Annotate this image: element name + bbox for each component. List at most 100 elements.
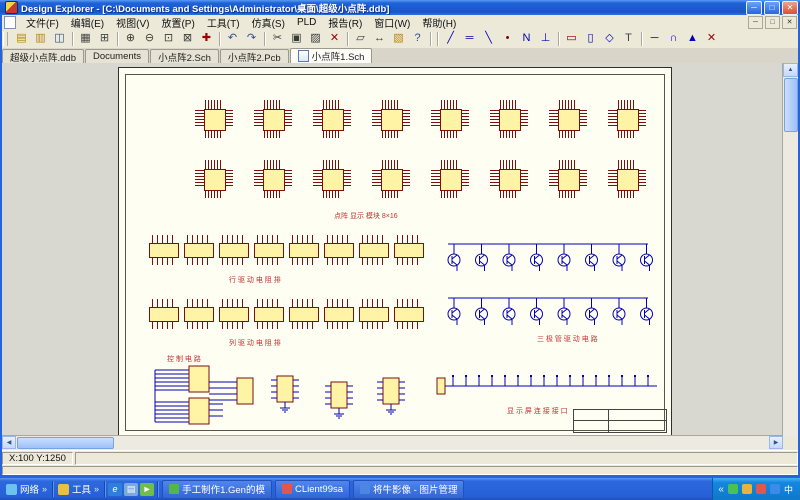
zoom-out-icon[interactable]: ⊖ bbox=[140, 30, 159, 48]
scroll-up-button[interactable]: ▲ bbox=[783, 63, 798, 77]
dot-matrix-module[interactable] bbox=[251, 157, 295, 201]
delete-object-tool-icon[interactable]: ✕ bbox=[702, 30, 721, 48]
dot-matrix-module[interactable] bbox=[428, 157, 472, 201]
zoom-all-icon[interactable]: ⊠ bbox=[178, 30, 197, 48]
dot-matrix-module[interactable] bbox=[192, 97, 236, 141]
resistor-network[interactable] bbox=[394, 299, 424, 329]
transistor-row[interactable] bbox=[444, 236, 656, 276]
arc-tool-icon[interactable]: ∩ bbox=[664, 30, 683, 48]
close-button[interactable]: ✕ bbox=[782, 1, 798, 15]
resistor-network[interactable] bbox=[359, 235, 389, 265]
dot-matrix-module[interactable] bbox=[487, 97, 531, 141]
menu-edit[interactable]: 编辑(E) bbox=[65, 15, 110, 30]
resistor-network[interactable] bbox=[289, 299, 319, 329]
display-connector[interactable] bbox=[435, 370, 661, 404]
menu-simulate[interactable]: 仿真(S) bbox=[246, 15, 291, 30]
resistor-network[interactable] bbox=[359, 299, 389, 329]
dot-matrix-module[interactable] bbox=[369, 157, 413, 201]
mdi-close-button[interactable]: ✕ bbox=[782, 16, 797, 29]
paste-icon[interactable]: ▨ bbox=[306, 30, 325, 48]
title-bar[interactable]: Design Explorer - [C:\Documents and Sett… bbox=[0, 0, 800, 15]
junction-tool-icon[interactable]: • bbox=[498, 30, 517, 48]
resistor-network[interactable] bbox=[219, 299, 249, 329]
scroll-left-button[interactable]: ◀ bbox=[2, 436, 16, 449]
menu-help[interactable]: 帮助(H) bbox=[416, 15, 462, 30]
line-tool-icon[interactable]: ─ bbox=[645, 30, 664, 48]
cut-icon[interactable]: ✂ bbox=[268, 30, 287, 48]
chevron-icon[interactable]: » bbox=[94, 484, 99, 494]
net-label-tool-icon[interactable]: N bbox=[517, 30, 536, 48]
print-preview-icon[interactable]: ⊞ bbox=[95, 30, 114, 48]
transistor-row[interactable] bbox=[444, 290, 656, 330]
bus-entry-tool-icon[interactable]: ╲ bbox=[479, 30, 498, 48]
resistor-network[interactable] bbox=[324, 299, 354, 329]
redo-icon[interactable]: ↷ bbox=[242, 30, 261, 48]
control-ic-cluster[interactable] bbox=[153, 362, 257, 430]
tab-ddb[interactable]: 超级小点阵.ddb bbox=[2, 49, 84, 63]
chevron-icon[interactable]: » bbox=[42, 484, 47, 494]
resistor-network[interactable] bbox=[394, 235, 424, 265]
dot-matrix-module[interactable] bbox=[546, 157, 590, 201]
sheet-symbol-tool-icon[interactable]: ▯ bbox=[581, 30, 600, 48]
menu-tools[interactable]: 工具(T) bbox=[201, 15, 246, 30]
polygon-tool-icon[interactable]: ▲ bbox=[683, 30, 702, 48]
dot-matrix-module[interactable] bbox=[251, 97, 295, 141]
bus-tool-icon[interactable]: ═ bbox=[460, 30, 479, 48]
undo-icon[interactable]: ↶ bbox=[223, 30, 242, 48]
dot-matrix-module[interactable] bbox=[487, 157, 531, 201]
wire-tool-icon[interactable]: ╱ bbox=[441, 30, 460, 48]
resistor-network[interactable] bbox=[149, 299, 179, 329]
tab-documents[interactable]: Documents bbox=[85, 49, 149, 63]
buffer-ic-group[interactable] bbox=[269, 368, 419, 424]
menu-pld[interactable]: PLD bbox=[291, 17, 322, 28]
maximize-button[interactable]: □ bbox=[764, 1, 780, 15]
power-port-tool-icon[interactable]: ⊥ bbox=[536, 30, 555, 48]
dot-matrix-module[interactable] bbox=[310, 157, 354, 201]
ie-icon[interactable]: e bbox=[108, 483, 122, 496]
dot-matrix-module[interactable] bbox=[192, 157, 236, 201]
copy-icon[interactable]: ▣ bbox=[287, 30, 306, 48]
tray-icon-messenger[interactable] bbox=[728, 484, 738, 494]
vertical-scroll-thumb[interactable] bbox=[784, 78, 798, 132]
print-icon[interactable]: ▦ bbox=[76, 30, 95, 48]
toolbar-grip[interactable] bbox=[3, 32, 8, 46]
resistor-network[interactable] bbox=[254, 235, 284, 265]
pan-icon[interactable]: ✚ bbox=[197, 30, 216, 48]
part-tool-icon[interactable]: ▭ bbox=[562, 30, 581, 48]
desktop-icon[interactable]: ▤ bbox=[124, 483, 138, 496]
vertical-scrollbar[interactable]: ▲ ▼ bbox=[782, 63, 798, 450]
schematic-sheet[interactable]: 点阵 显示 模块 8×16行 驱 动 电 阻 排列 驱 动 电 阻 排三 极 管… bbox=[118, 67, 672, 438]
taskbar-app-photo-manager[interactable]: 将牛影像 - 图片管理 bbox=[353, 480, 464, 499]
resistor-network[interactable] bbox=[184, 235, 214, 265]
menu-file[interactable]: 文件(F) bbox=[20, 15, 65, 30]
taskbar-app-gen-module[interactable]: 手工制作1.Gen的模 bbox=[162, 480, 272, 499]
dot-matrix-module[interactable] bbox=[428, 97, 472, 141]
menu-reports[interactable]: 报告(R) bbox=[322, 15, 368, 30]
dot-matrix-module[interactable] bbox=[546, 97, 590, 141]
scroll-right-button[interactable]: ▶ bbox=[769, 436, 783, 449]
dot-matrix-module[interactable] bbox=[605, 97, 649, 141]
menu-view[interactable]: 视图(V) bbox=[110, 15, 155, 30]
zoom-in-icon[interactable]: ⊕ bbox=[121, 30, 140, 48]
resistor-network[interactable] bbox=[324, 235, 354, 265]
horizontal-scroll-thumb[interactable] bbox=[17, 437, 114, 449]
mdi-minimize-button[interactable]: ─ bbox=[748, 16, 763, 29]
dot-matrix-module[interactable] bbox=[310, 97, 354, 141]
resistor-network[interactable] bbox=[219, 235, 249, 265]
tray-icon-security[interactable] bbox=[756, 484, 766, 494]
zoom-window-icon[interactable]: ⊡ bbox=[159, 30, 178, 48]
schematic-canvas[interactable]: 点阵 显示 模块 8×16行 驱 动 电 阻 排列 驱 动 电 阻 排三 极 管… bbox=[0, 63, 800, 450]
resistor-network[interactable] bbox=[289, 235, 319, 265]
input-method-indicator[interactable]: 中 bbox=[784, 483, 793, 496]
resistor-network[interactable] bbox=[184, 299, 214, 329]
port-tool-icon[interactable]: ◇ bbox=[600, 30, 619, 48]
taskbar-toolbar-network[interactable]: 网络» bbox=[3, 482, 50, 496]
resistor-network[interactable] bbox=[254, 299, 284, 329]
mdi-restore-button[interactable]: □ bbox=[765, 16, 780, 29]
resistor-network[interactable] bbox=[149, 235, 179, 265]
tab-sch1[interactable]: 小点阵1.Sch bbox=[290, 48, 373, 63]
document-icon[interactable] bbox=[4, 16, 16, 29]
delete-icon[interactable]: ✕ bbox=[325, 30, 344, 48]
help-icon[interactable]: ? bbox=[408, 30, 427, 48]
player-icon[interactable]: ► bbox=[140, 483, 154, 496]
